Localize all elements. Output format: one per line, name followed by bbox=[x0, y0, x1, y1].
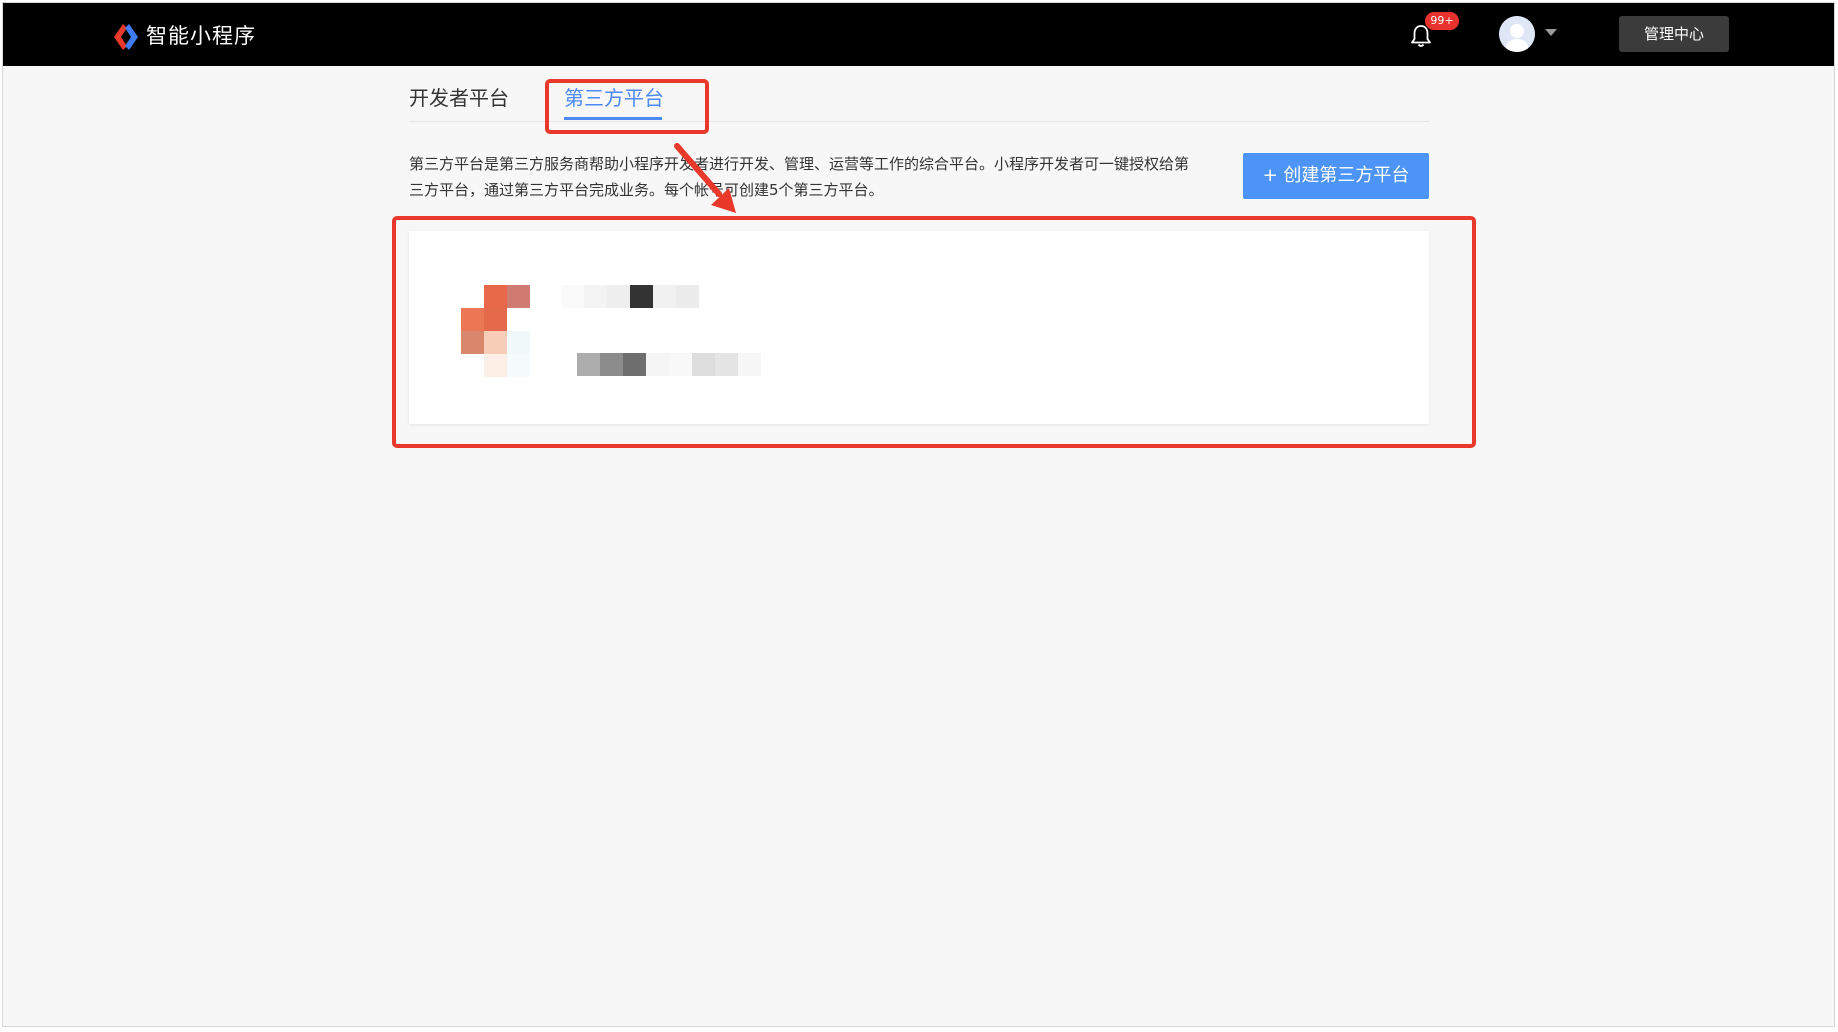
third-party-platform-card[interactable] bbox=[409, 231, 1429, 424]
third-party-description: 第三方平台是第三方服务商帮助小程序开发者进行开发、管理、运营等工作的综合平台。小… bbox=[409, 155, 1190, 199]
platform-tabs: 开发者平台 第三方平台 bbox=[409, 66, 1429, 122]
create-third-party-button[interactable]: + 创建第三方平台 bbox=[1243, 153, 1429, 199]
admin-center-button[interactable]: 管理中心 bbox=[1619, 16, 1729, 52]
active-tab-indicator bbox=[564, 117, 662, 120]
brand-name[interactable]: 智能小程序 bbox=[146, 22, 256, 50]
platform-name-redacted bbox=[561, 285, 701, 308]
tab-developer-platform[interactable]: 开发者平台 bbox=[409, 84, 509, 112]
notification-badge: 99+ bbox=[1425, 12, 1459, 30]
avatar-silhouette-icon bbox=[1499, 16, 1535, 52]
top-header: 智能小程序 99+ 管理中心 bbox=[3, 3, 1834, 66]
caret-down-icon[interactable] bbox=[1545, 29, 1557, 36]
tab-third-party-platform[interactable]: 第三方平台 bbox=[564, 84, 664, 112]
platform-info-redacted bbox=[577, 353, 777, 376]
app-window: 智能小程序 99+ 管理中心 开发者平台 第三方平台 第三方平台是第三方服务商帮… bbox=[2, 2, 1835, 1027]
avatar-icon[interactable] bbox=[1499, 16, 1535, 52]
brand-logo-icon[interactable] bbox=[111, 22, 141, 52]
